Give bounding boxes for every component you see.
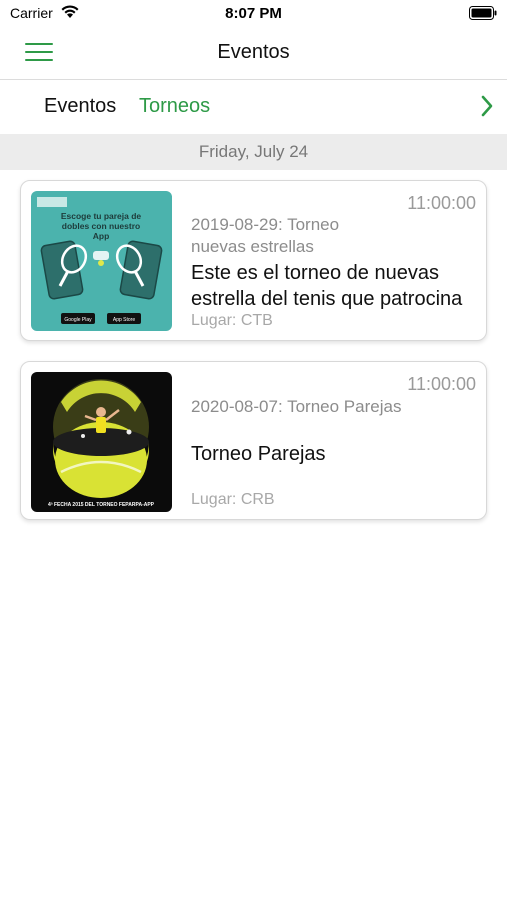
event-time: 11:00:00 (407, 374, 476, 394)
battery-icon (469, 6, 497, 20)
status-bar: Carrier 8:07 PM (0, 0, 507, 28)
event-subtitle-line1: 2019-08-29: Torneo (191, 215, 340, 234)
image-caption: 4ª FECHA 2015 DEL TORNEO FEPARPA-APP (48, 502, 155, 508)
chevron-right-icon[interactable] (479, 94, 495, 118)
promo-headline-line2: dobles con nuestro (62, 221, 140, 231)
event-title-line1: Este es el torneo de nuevas (191, 262, 439, 284)
date-section-header: Friday, July 24 (0, 134, 507, 170)
app-store-badge-text: App Store (113, 317, 135, 323)
event-location: Lugar: CTB (191, 312, 273, 329)
event-title: Este es el torneo de nuevas estrella del… (191, 260, 476, 312)
event-location: Lugar: CRB (191, 491, 275, 508)
tab-torneos[interactable]: Torneos (139, 95, 210, 118)
event-card[interactable]: Escoge tu pareja de dobles con nuestro A… (20, 180, 487, 341)
event-card[interactable]: 4ª FECHA 2015 DEL TORNEO FEPARPA-APP 11:… (20, 361, 487, 520)
event-subtitle: 2019-08-29: Torneo nuevas estrellas (191, 214, 476, 258)
page-title: Eventos (217, 41, 290, 63)
event-subtitle: 2020-08-07: Torneo Parejas (191, 397, 402, 416)
clock: 8:07 PM (225, 5, 282, 22)
segment-tabs: Eventos Torneos (0, 80, 507, 132)
navigation-bar: Eventos (0, 28, 507, 80)
promo-headline-line3: App (93, 231, 110, 241)
event-title: Torneo Parejas (191, 443, 326, 465)
event-time: 11:00:00 (407, 193, 476, 213)
tennis-app-promo-image: Escoge tu pareja de dobles con nuestro A… (31, 191, 172, 331)
google-play-badge-text: Google Play (64, 317, 92, 323)
event-subtitle-line2: nuevas estrellas (191, 237, 314, 256)
event-title-line2: estrella del tenis que patrocina (191, 288, 463, 310)
promo-headline-line1: Escoge tu pareja de (61, 211, 142, 221)
tab-eventos[interactable]: Eventos (44, 95, 116, 118)
tennis-ball-player-image: 4ª FECHA 2015 DEL TORNEO FEPARPA-APP (31, 372, 172, 512)
